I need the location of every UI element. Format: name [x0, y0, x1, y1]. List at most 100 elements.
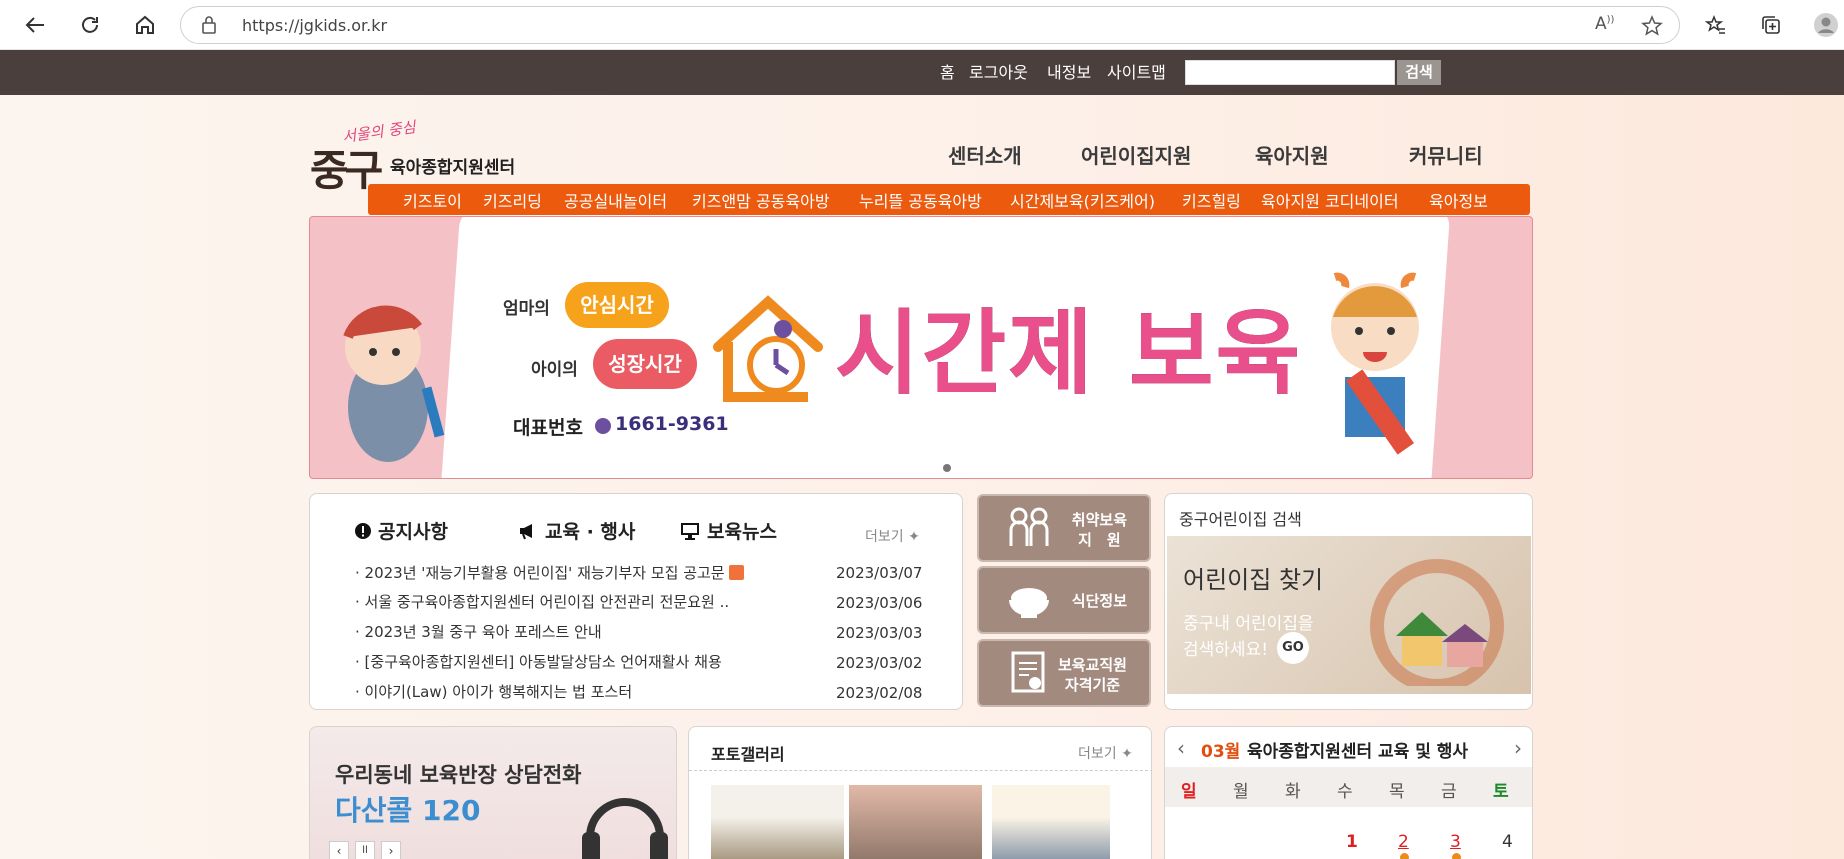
nav-center-intro[interactable]: 센터소개 — [948, 140, 1022, 169]
prev-slide-button[interactable]: ‹ — [329, 841, 349, 859]
promo-line1: 우리동네 보육반장 상담전화 — [335, 763, 582, 787]
finder-heading: 어린이집 찾기 — [1183, 566, 1324, 594]
day-tue: 화 — [1285, 782, 1301, 802]
subnav-item[interactable]: 키즈토이 — [403, 188, 462, 212]
calendar-date[interactable]: 1 — [1346, 832, 1358, 852]
calendar-date[interactable]: 3 — [1450, 832, 1461, 852]
ministry-logos — [1450, 245, 1530, 325]
finder-go-button[interactable]: GO — [1277, 632, 1309, 664]
event-dot-icon — [1452, 853, 1461, 859]
subnav-item[interactable]: 육아정보 — [1429, 188, 1488, 212]
favorites-icon[interactable] — [1700, 9, 1732, 41]
next-slide-button[interactable]: › — [381, 841, 401, 859]
gallery-more-link[interactable]: 더보기 ✦ — [1078, 743, 1133, 763]
tab-childcare-news[interactable]: 보육뉴스 — [680, 517, 777, 544]
subnav-item[interactable]: 육아지원 코디네이터 — [1261, 188, 1399, 212]
url-text: https://jgkids.or.kr — [242, 16, 388, 35]
subnav-item[interactable]: 공공실내놀이터 — [564, 188, 667, 212]
calendar-date[interactable]: 2 — [1398, 832, 1409, 852]
site-logo[interactable]: 서울의 중심 중구 육아종합지원센터 — [310, 115, 530, 195]
notice-item[interactable]: · 2023년 3월 중구 육아 포레스트 안내 — [355, 621, 602, 642]
gallery-divider — [689, 770, 1151, 771]
banner-grow-time: 성장시간 — [593, 339, 697, 389]
vulnerable-care-label: 취약보육 지 원 — [1071, 511, 1127, 549]
rice-bowl-icon — [1009, 588, 1049, 618]
meal-info-label: 식단정보 — [1071, 592, 1127, 610]
tab-education-event[interactable]: 교육 · 행사 — [518, 517, 635, 544]
house-illustration — [1370, 559, 1504, 686]
home-icon[interactable] — [129, 9, 161, 41]
megaphone-icon — [520, 523, 532, 539]
banner-safe-time: 안심시간 — [565, 282, 669, 328]
calendar-month: 03월 — [1201, 742, 1241, 762]
sitemap-link[interactable]: 사이트맵 — [1107, 50, 1166, 95]
day-sat: 토 — [1493, 782, 1509, 802]
gallery-photo[interactable] — [992, 785, 1110, 859]
day-sun: 일 — [1181, 782, 1197, 802]
phone-icon — [595, 418, 611, 434]
headphones-illustration — [582, 798, 668, 859]
meal-info-button[interactable]: 식단정보 — [977, 566, 1151, 634]
subnav-item[interactable]: 시간제보육(키즈케어) — [1010, 188, 1155, 212]
next-month-button[interactable]: › — [1514, 736, 1522, 760]
profile-avatar-icon[interactable] — [1810, 9, 1842, 41]
subnav-item[interactable]: 키즈앤맘 공동육아방 — [692, 188, 830, 212]
tab-notice[interactable]: 공지사항 — [355, 517, 448, 544]
subnav-item[interactable]: 누리뜰 공동육아방 — [859, 188, 982, 212]
tab-notice-label: 공지사항 — [378, 521, 448, 543]
notice-date: 2023/03/03 — [836, 624, 923, 642]
favorite-add-icon[interactable] — [1641, 15, 1663, 41]
notice-more-link[interactable]: 더보기 ✦ — [865, 526, 920, 546]
event-dot-icon — [1400, 853, 1409, 859]
house-clock-icon — [713, 295, 823, 402]
slider-dot-active[interactable] — [943, 464, 951, 472]
subnav-item[interactable]: 키즈힐링 — [1182, 188, 1241, 212]
search-button[interactable]: 검색 — [1397, 60, 1441, 85]
children-icon — [1009, 507, 1049, 546]
calendar-date[interactable]: 4 — [1502, 832, 1513, 852]
search-input[interactable] — [1185, 60, 1395, 85]
notice-item[interactable]: · [중구육아종합지원센터] 아동발달상담소 언어재활사 채용 — [355, 651, 722, 672]
day-thu: 목 — [1389, 782, 1405, 802]
myinfo-link[interactable]: 내정보 — [1047, 50, 1091, 95]
subnav-item[interactable]: 키즈리딩 — [483, 188, 542, 212]
nav-parenting-support[interactable]: 육아지원 — [1255, 140, 1329, 169]
child-illustration-left — [343, 305, 445, 462]
event-calendar-panel: ‹ 03월 육아종합지원센터 교육 및 행사 › 일 월 화 수 목 금 토 1… — [1164, 726, 1533, 859]
day-wed: 수 — [1337, 782, 1353, 802]
notice-item[interactable]: · 2023년 '재능기부활용 어린이집' 재능기부자 모집 공고문 — [355, 562, 745, 583]
photo-gallery-panel: 포토갤러리 더보기 ✦ — [688, 726, 1152, 859]
collections-icon[interactable] — [1755, 9, 1787, 41]
utility-bar: 홈 로그아웃 내정보 사이트맵 검색 — [0, 50, 1844, 95]
address-bar[interactable]: https://jgkids.or.kr A)) — [180, 6, 1680, 44]
notice-date: 2023/03/06 — [836, 594, 923, 612]
counseling-promo-panel[interactable]: 우리동네 보육반장 상담전화 다산콜 120 ‹ ll › — [309, 726, 677, 859]
refresh-icon[interactable] — [74, 9, 106, 41]
prev-month-button[interactable]: ‹ — [1177, 736, 1185, 760]
daycare-search-panel[interactable]: 중구어린이집 검색 어린이집 찾기 중구내 어린이집을 검색하세요! GO — [1164, 493, 1533, 710]
gallery-photo[interactable] — [849, 785, 982, 859]
slider-dot[interactable] — [891, 464, 899, 472]
nav-community[interactable]: 커뮤니티 — [1409, 140, 1483, 169]
finder-image: 어린이집 찾기 중구내 어린이집을 검색하세요! GO — [1167, 536, 1531, 694]
pause-slide-button[interactable]: ll — [355, 841, 375, 859]
gallery-photo[interactable] — [711, 785, 844, 859]
notice-item[interactable]: · 서울 중구육아종합지원센터 어린이집 안전관리 전문요원 .. — [355, 591, 729, 612]
vulnerable-care-button[interactable]: 취약보육 지 원 — [977, 494, 1151, 562]
teacher-qualification-button[interactable]: 보육교직원 자격기준 — [977, 639, 1151, 707]
notice-item[interactable]: · 이야기(Law) 아이가 행복해지는 법 포스터 — [355, 681, 632, 702]
notice-date: 2023/02/08 — [836, 684, 923, 702]
certificate-icon — [1011, 651, 1045, 693]
home-link[interactable]: 홈 — [940, 50, 955, 95]
logout-link[interactable]: 로그아웃 — [969, 50, 1028, 95]
banner-title: 시간제 보육 — [835, 300, 1303, 407]
monitor-icon — [681, 522, 699, 540]
banner-mom: 엄마의 — [503, 299, 550, 319]
main-banner[interactable]: 엄마의 안심시간 아이의 성장시간 대표번호 1661-9361 시간제 보육 — [309, 216, 1533, 479]
slider-dot[interactable] — [917, 464, 925, 472]
back-icon[interactable] — [19, 9, 51, 41]
nav-daycare-support[interactable]: 어린이집지원 — [1081, 140, 1191, 169]
calendar-title: 육아종합지원센터 교육 및 행사 — [1247, 742, 1469, 762]
gallery-title: 포토갤러리 — [711, 745, 785, 764]
read-aloud-icon[interactable]: A)) — [1595, 14, 1614, 34]
